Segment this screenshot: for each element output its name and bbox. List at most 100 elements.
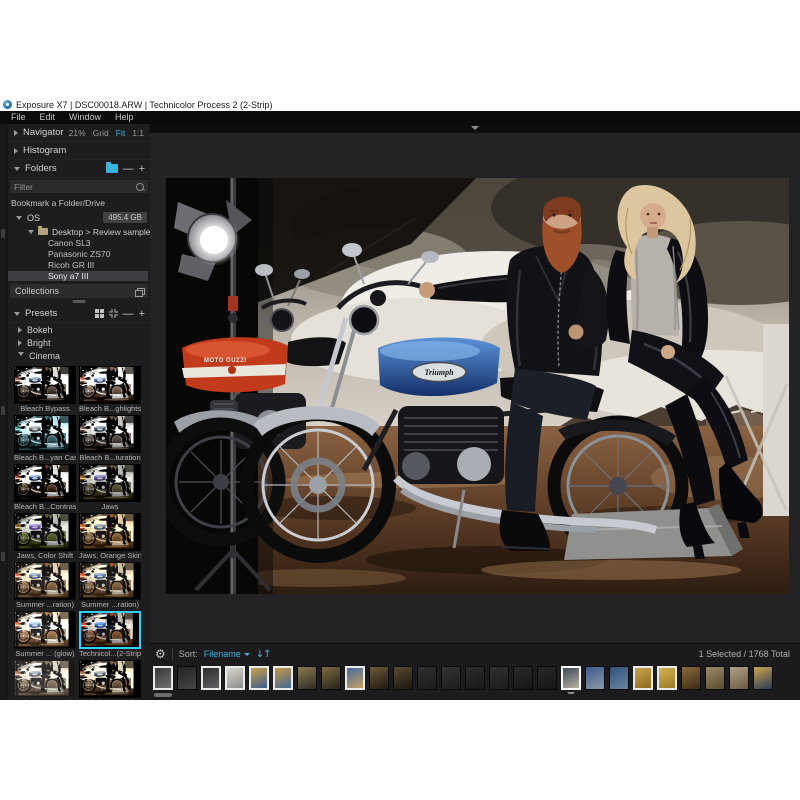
filmstrip-thumbnail[interactable]	[513, 666, 533, 690]
filmstrip-thumbnail[interactable]	[225, 666, 245, 690]
filmstrip-thumbnail[interactable]	[681, 666, 701, 690]
gear-icon[interactable]: ⚙	[155, 645, 166, 663]
chevron-down-icon	[244, 653, 250, 656]
image-canvas: ⚙ Sort: Filename ↓↑ 1 Selected / 1768 To…	[150, 124, 800, 700]
preset-cell[interactable]: Summer ...ration)	[14, 562, 76, 611]
preset-label: Summer ...ration)	[79, 600, 141, 610]
chevron-down-icon	[16, 216, 22, 220]
folder-path-row[interactable]: Desktop > Review samples	[8, 225, 150, 238]
filmstrip-thumbnail[interactable]	[657, 666, 677, 690]
filmstrip-thumbnail[interactable]	[753, 666, 773, 690]
remove-folder-button[interactable]: —	[123, 164, 134, 174]
filmstrip-thumbnail[interactable]	[561, 666, 581, 690]
collapse-all-icon[interactable]	[109, 309, 118, 318]
sort-dropdown[interactable]: Filename	[204, 649, 250, 659]
subfolder-item[interactable]: Ricoh GR III	[8, 260, 148, 270]
add-folder-button[interactable]: +	[139, 164, 145, 174]
left-sidebar: Navigator 21% Grid Fit 1:1	[0, 124, 150, 700]
filmstrip-thumbnail[interactable]	[201, 666, 221, 690]
menu-item[interactable]: Help	[108, 111, 141, 124]
presets-panel-header[interactable]: Presets — +	[8, 305, 150, 323]
preset-label: Summer ...ration)	[14, 600, 76, 610]
filmstrip-thumbnail[interactable]	[705, 666, 725, 690]
filmstrip-thumbnail[interactable]	[153, 666, 173, 690]
menu-item[interactable]: Window	[62, 111, 108, 124]
sort-direction-icon[interactable]: ↓↑	[256, 649, 271, 660]
subfolder-item[interactable]: Sony a7 III	[8, 271, 148, 281]
filmstrip-thumbnail[interactable]	[633, 666, 653, 690]
subfolder-item[interactable]: Panasonic ZS70	[8, 249, 148, 259]
filmstrip-thumbnail[interactable]	[465, 666, 485, 690]
preset-thumbnail	[14, 660, 76, 698]
preset-thumbnail	[79, 366, 141, 404]
panel-edge-handle[interactable]	[1, 229, 5, 238]
collapse-panel-handle[interactable]	[471, 126, 479, 130]
preset-cell[interactable]: Summer ... (glow)	[14, 611, 76, 660]
drive-row-os[interactable]: OS 495.4 GB	[8, 210, 150, 225]
preset-cell[interactable]: Bleach B...ghlights	[79, 366, 141, 415]
preset-cell[interactable]: Bleach B...Contrast	[14, 464, 76, 513]
filmstrip-thumbnail[interactable]	[441, 666, 461, 690]
bookmark-folder-link[interactable]: Bookmark a Folder/Drive	[8, 195, 150, 210]
preset-group-label: Bokeh	[27, 325, 53, 335]
preset-thumbnail	[79, 660, 141, 698]
preset-cell[interactable]: Technico.... - Faded	[14, 660, 76, 700]
collections-button[interactable]: Collections	[10, 284, 148, 298]
preset-cell[interactable]: Jaws	[79, 464, 141, 513]
panel-edge-handle[interactable]	[1, 552, 5, 561]
filmstrip-thumbnail[interactable]	[177, 666, 197, 690]
filmstrip-scrollbar[interactable]	[154, 693, 172, 697]
zoom-control[interactable]: Fit	[116, 128, 125, 138]
panel-splitter[interactable]	[8, 298, 150, 305]
filmstrip-thumbnail[interactable]	[297, 666, 317, 690]
preset-cell[interactable]: Technico...cratched	[79, 660, 141, 700]
preset-cell[interactable]: Technicol...(2-Strip)	[79, 611, 141, 660]
preset-cell[interactable]: Bleach Bypass	[14, 366, 76, 415]
preset-group[interactable]: Cinema	[8, 349, 150, 362]
filmstrip-thumbnail[interactable]	[585, 666, 605, 690]
filmstrip-thumbnail[interactable]	[489, 666, 509, 690]
preset-group[interactable]: Bright	[8, 336, 150, 349]
preset-cell[interactable]: Bleach B...turation	[79, 415, 141, 464]
navigator-panel-header[interactable]: Navigator 21% Grid Fit 1:1	[8, 124, 150, 142]
chevron-icon	[18, 327, 22, 333]
menu-item[interactable]: Edit	[33, 111, 63, 124]
filmstrip-thumbnail[interactable]	[417, 666, 437, 690]
filmstrip-thumbnail[interactable]	[609, 666, 629, 690]
add-preset-button[interactable]: +	[139, 309, 145, 319]
filmstrip-thumbnail[interactable]	[273, 666, 293, 690]
preset-thumbnail	[14, 366, 76, 404]
filmstrip-thumbnail[interactable]	[321, 666, 341, 690]
preset-cell[interactable]: Bleach B...yan Cast	[14, 415, 76, 464]
panel-edge-handle[interactable]	[1, 406, 5, 415]
remove-preset-button[interactable]: —	[123, 309, 134, 319]
zoom-control[interactable]: 1:1	[132, 128, 144, 138]
filmstrip-thumbnail[interactable]	[537, 666, 557, 690]
folders-label: Folders	[25, 163, 57, 174]
zoom-control[interactable]: Grid	[93, 128, 109, 138]
folder-filter-box	[10, 180, 148, 193]
sync-folder-icon[interactable]	[106, 164, 118, 173]
main-photo[interactable]	[166, 178, 789, 594]
filmstrip-thumbnail[interactable]	[369, 666, 389, 690]
subfolder-item[interactable]: Canon SL3	[8, 238, 148, 248]
folders-panel-header[interactable]: Folders — +	[8, 160, 150, 178]
filmstrip-thumbnail[interactable]	[729, 666, 749, 690]
menu-item[interactable]: File	[4, 111, 33, 124]
folder-filter-input[interactable]	[14, 182, 136, 192]
preset-cell[interactable]: Jaws, Orange Skin	[79, 513, 141, 562]
histogram-panel-header[interactable]: Histogram	[8, 142, 150, 160]
preset-label: Bleach Bypass	[14, 404, 76, 414]
folder-icon	[38, 228, 48, 235]
grid-view-icon[interactable]	[95, 309, 104, 318]
sort-label: Sort:	[179, 649, 198, 659]
preset-cell[interactable]: Summer ...ration)	[79, 562, 141, 611]
preset-label: Jaws	[79, 502, 141, 512]
preset-group[interactable]: Bokeh	[8, 323, 150, 336]
filmstrip-thumbnail[interactable]	[249, 666, 269, 690]
selection-status: 1 Selected / 1768 Total	[699, 649, 800, 659]
filmstrip-thumbnail[interactable]	[393, 666, 413, 690]
filmstrip-thumbnail[interactable]	[345, 666, 365, 690]
zoom-control[interactable]: 21%	[69, 128, 86, 138]
preset-cell[interactable]: Jaws, Color Shift	[14, 513, 76, 562]
